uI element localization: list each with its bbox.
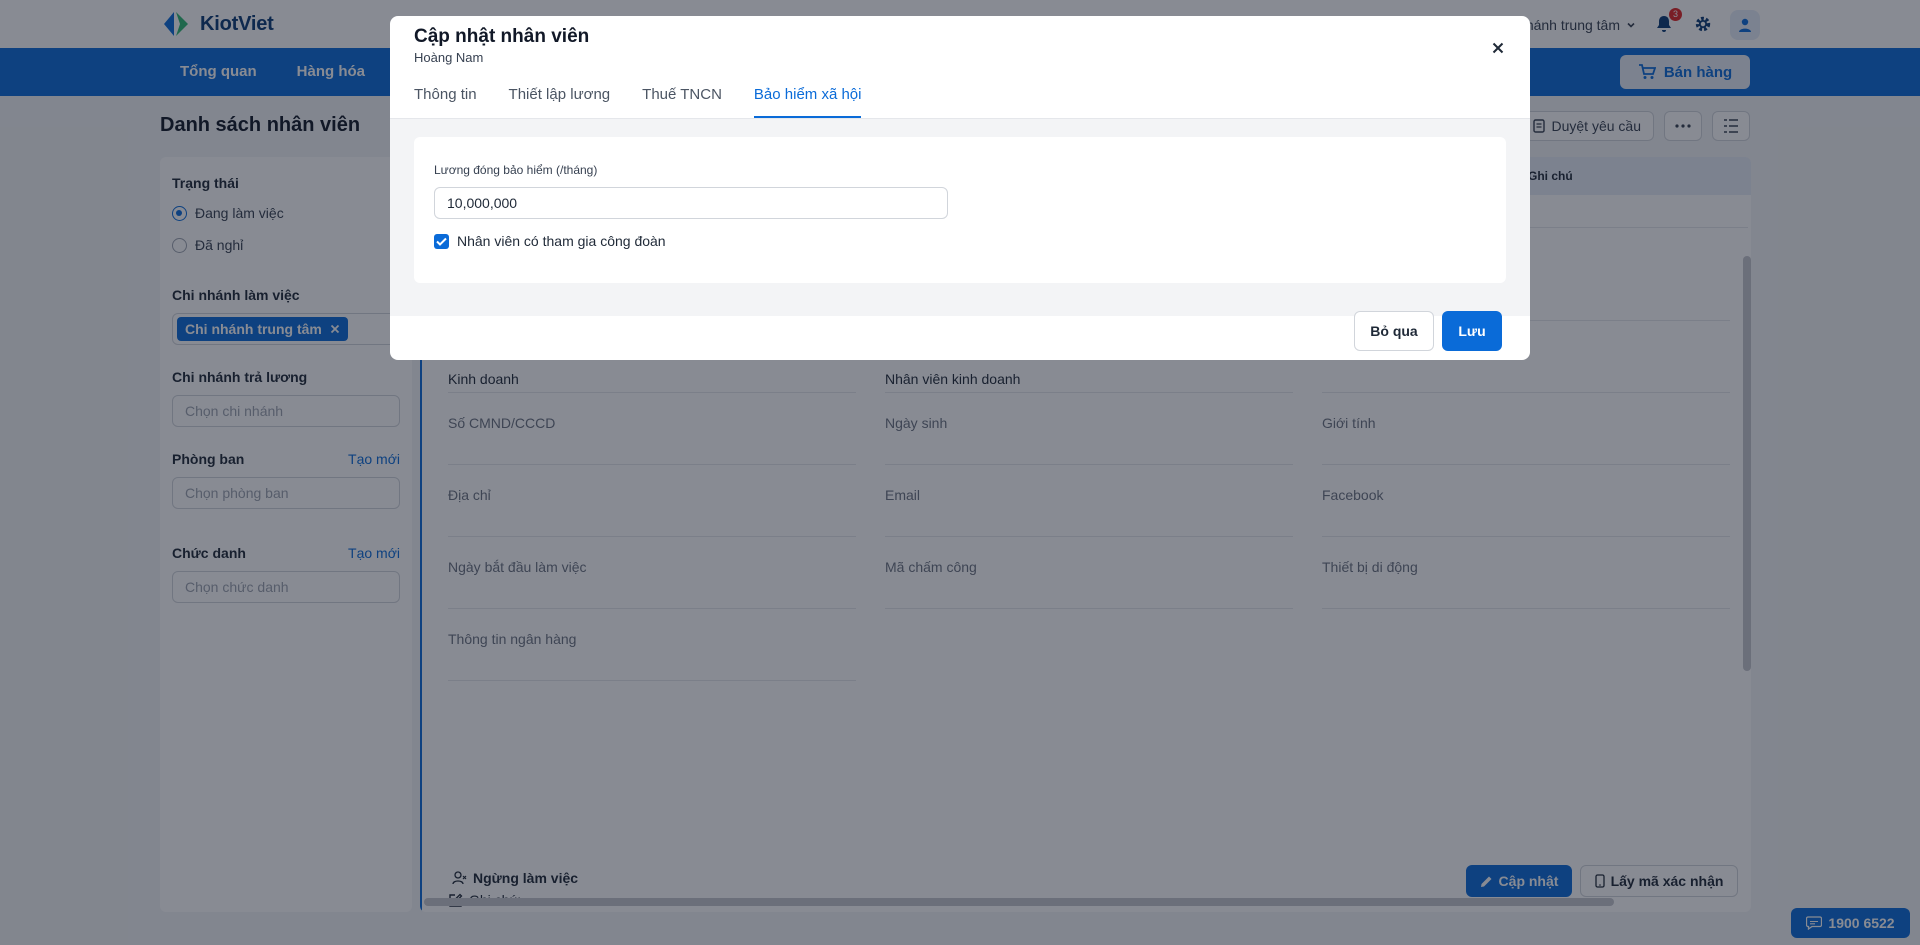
insurance-salary-label: Lương đóng bảo hiểm (/tháng) [434, 163, 598, 177]
modal-title: Cập nhật nhân viên [414, 26, 590, 47]
close-modal-button[interactable] [1488, 38, 1508, 58]
update-employee-modal: Cập nhật nhân viên Hoàng Nam Thông tin T… [390, 16, 1530, 360]
tab-personal-income-tax[interactable]: Thuế TNCN [642, 76, 722, 118]
save-button[interactable]: Lưu [1442, 311, 1502, 351]
modal-tabs: Thông tin Thiết lập lương Thuế TNCN Bảo … [414, 76, 862, 118]
checkbox-checked-icon [434, 233, 449, 249]
union-member-checkbox[interactable]: Nhân viên có tham gia công đoàn [434, 233, 666, 249]
insurance-card: Lương đóng bảo hiểm (/tháng) 10,000,000 … [414, 137, 1506, 283]
close-icon [1492, 42, 1504, 54]
tab-social-insurance[interactable]: Bảo hiểm xã hội [753, 76, 862, 118]
insurance-salary-input[interactable]: 10,000,000 [434, 187, 948, 219]
modal-body: Lương đóng bảo hiểm (/tháng) 10,000,000 … [390, 118, 1530, 316]
union-member-label: Nhân viên có tham gia công đoàn [457, 233, 666, 249]
modal-subtitle: Hoàng Nam [414, 50, 484, 65]
tab-info[interactable]: Thông tin [414, 76, 477, 118]
tab-salary-setup[interactable]: Thiết lập lương [509, 76, 611, 118]
skip-button[interactable]: Bỏ qua [1354, 311, 1434, 351]
